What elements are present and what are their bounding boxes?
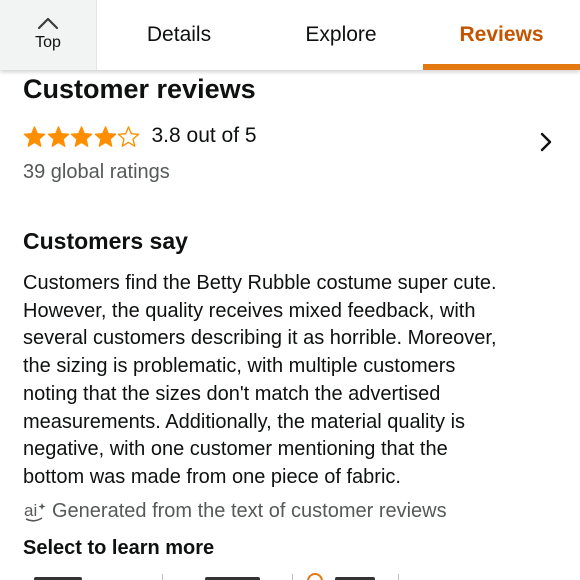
tab-explore-label: Explore: [305, 23, 377, 46]
tab-reviews-label: Reviews: [459, 23, 544, 46]
summary-line: noting that the sizes don't match the ad…: [23, 382, 441, 405]
ai-generated-icon: ai: [24, 501, 46, 522]
star-filled-icon: [23, 125, 46, 147]
ai-generated-note: ai Generated from the text of customer r…: [23, 497, 447, 525]
summary-line: several customers describing it as horri…: [23, 327, 497, 350]
chip-divider: [398, 574, 399, 580]
back-to-top-button[interactable]: Top: [0, 0, 97, 70]
product-reviews-page: Top Details Explore Reviews Customer rev…: [0, 0, 580, 580]
select-to-learn-more: Select to learn more: [23, 537, 215, 559]
tab-explore[interactable]: Explore: [280, 0, 402, 70]
chevron-up-icon: [37, 17, 59, 30]
summary-line: the sizing is problematic, with multiple…: [23, 355, 456, 378]
star-rating: [23, 123, 141, 149]
chip-divider: [162, 574, 163, 580]
review-aspect-chips[interactable]: [0, 570, 580, 580]
star-outline-icon: [117, 125, 140, 147]
top-button-label: Top: [35, 34, 61, 51]
active-tab-indicator: [423, 64, 580, 70]
summary-line: Customers find the Betty Rubble costume …: [23, 272, 497, 294]
svg-text:ai: ai: [24, 501, 37, 520]
summary-line: negative, with one customer mentioning t…: [23, 438, 448, 461]
summary-line: bottom was made from one piece of fabric…: [23, 465, 401, 488]
summary-line: However, the quality receives mixed feed…: [23, 299, 476, 322]
customer-reviews-heading: Customer reviews: [23, 74, 256, 104]
tab-reviews[interactable]: Reviews: [423, 0, 580, 70]
chip-icon: [307, 573, 323, 580]
global-ratings-count: 39 global ratings: [23, 161, 170, 183]
tab-details-label: Details: [146, 23, 212, 46]
chevron-right-icon[interactable]: [538, 131, 554, 153]
ai-review-summary[interactable]: Customers find the Betty Rubble costume …: [23, 270, 563, 492]
summary-line: measurements. Additionally, the material…: [23, 410, 466, 433]
ai-generated-text: Generated from the text of customer revi…: [52, 499, 447, 522]
star-filled-icon: [70, 125, 93, 147]
tab-details[interactable]: Details: [120, 0, 238, 70]
star-filled-icon: [47, 125, 69, 147]
customers-say-heading: Customers say: [23, 228, 188, 254]
section-tab-bar: Top Details Explore Reviews: [0, 0, 580, 70]
chip-divider: [292, 574, 293, 580]
rating-text: 3.8 out of 5: [151, 124, 257, 147]
star-filled-icon: [94, 125, 116, 147]
rating-summary-row[interactable]: 3.8 out of 5: [23, 120, 563, 152]
